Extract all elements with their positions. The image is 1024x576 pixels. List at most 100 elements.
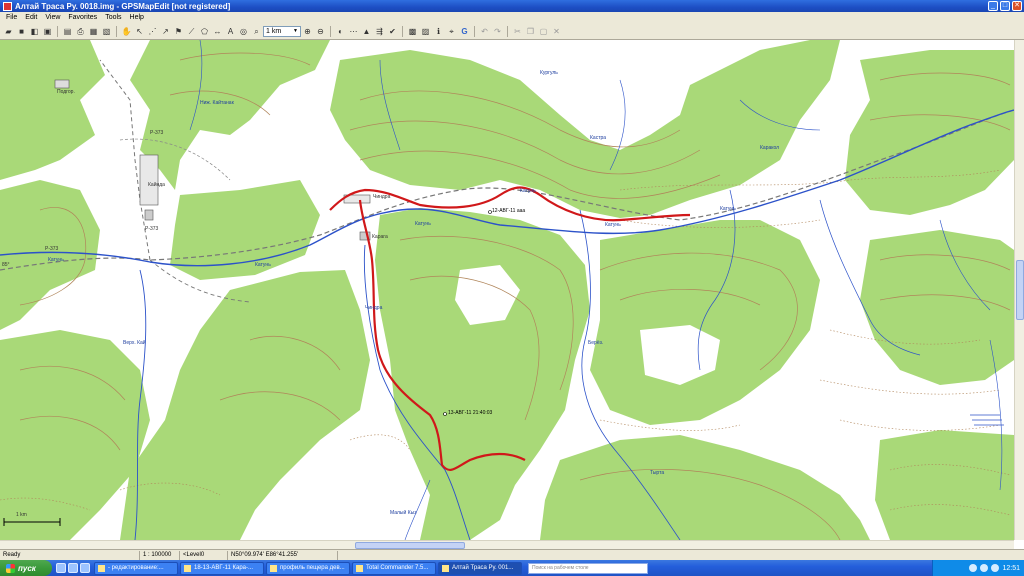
start-label: пуск (18, 563, 36, 573)
zoom-out-icon[interactable]: ⊖ (315, 26, 326, 37)
horizontal-scroll-thumb[interactable] (355, 542, 465, 549)
ie-icon[interactable] (56, 563, 66, 573)
layers-icon[interactable]: ▦ (88, 26, 99, 37)
horizontal-scrollbar[interactable] (0, 540, 1014, 549)
forest-areas (0, 40, 1014, 540)
polygon-icon[interactable]: ⬠ (199, 26, 210, 37)
chevron-down-icon: ▼ (293, 28, 298, 34)
pointer-icon[interactable]: ↖ (134, 26, 145, 37)
task-button[interactable]: профиль пещера дев... (266, 561, 350, 575)
status-scale: 1 : 100000 (140, 550, 180, 560)
river-label: Катунь (415, 221, 431, 227)
cut-icon[interactable]: ✂ (512, 26, 523, 37)
task-button-active[interactable]: Алтай Траса Ру. 001... (438, 561, 522, 575)
desktop-search-input[interactable]: Поиск на рабочем столе (528, 562, 648, 574)
raster-icon[interactable]: ▩ (407, 26, 418, 37)
delete-icon[interactable]: ✕ (551, 26, 562, 37)
desktop-icon[interactable] (68, 563, 78, 573)
vertical-scrollbar[interactable] (1014, 40, 1024, 540)
river-label: Тырта (650, 470, 665, 476)
maximize-button[interactable]: □ (1000, 1, 1010, 11)
zoom-select-icon[interactable]: ⌕ (251, 26, 262, 37)
routing-icon[interactable]: ⇶ (374, 26, 385, 37)
settlement-label: Подгор. (57, 89, 75, 95)
map-canvas[interactable]: Подгор. Кайнда Чиндра Карага Р-373 Р-373… (0, 40, 1014, 540)
undo-icon[interactable]: ↶ (479, 26, 490, 37)
vertical-scroll-thumb[interactable] (1016, 260, 1024, 320)
windows-flag-icon (6, 563, 15, 573)
status-level: <Level0 (180, 550, 228, 560)
properties-icon[interactable]: ▣ (42, 26, 53, 37)
minimize-button[interactable]: _ (988, 1, 998, 11)
menu-bar: File Edit View Favorites Tools Help (0, 12, 1024, 24)
longitude-mark: 85° (2, 262, 10, 268)
google-icon[interactable]: G (459, 26, 470, 37)
menu-help[interactable]: Help (126, 12, 148, 24)
label-icon[interactable]: A (225, 26, 236, 37)
app-icon (3, 1, 12, 11)
river-label: Верх. Кай (123, 340, 146, 346)
info-icon[interactable]: ℹ (433, 26, 444, 37)
hand-icon[interactable]: ✋ (121, 26, 132, 37)
node-icon[interactable]: ⋰ (147, 26, 158, 37)
image-icon[interactable]: ▨ (420, 26, 431, 37)
menu-tools[interactable]: Tools (101, 12, 125, 24)
topo-map (0, 40, 1014, 540)
map-icon[interactable]: ▧ (101, 26, 112, 37)
task-button[interactable]: - редактирование:... (94, 561, 178, 575)
settlement-label: Кайнда (148, 182, 165, 188)
taskbar: пуск - редактирование:... 18-13-АВГ-11 К… (0, 560, 1024, 576)
menu-view[interactable]: View (41, 12, 64, 24)
print-icon[interactable]: ⎙ (75, 26, 86, 37)
river-label: Кастра (590, 135, 607, 141)
media-icon[interactable] (80, 563, 90, 573)
volume-icon[interactable] (991, 564, 1000, 572)
toolbar-separator (402, 26, 403, 37)
toolbar-separator (507, 26, 508, 37)
zoom-in-icon[interactable]: ⊕ (302, 26, 313, 37)
status-bar: Ready 1 : 100000 <Level0 N50°09.974' E86… (0, 549, 1024, 560)
redo-icon[interactable]: ↷ (492, 26, 503, 37)
add-point-icon[interactable]: ↗ (160, 26, 171, 37)
task-button[interactable]: 18-13-АВГ-11 Кара-... (180, 561, 264, 575)
scale-select[interactable]: 1 km ▼ (263, 26, 301, 37)
check-icon[interactable]: ✔ (387, 26, 398, 37)
task-button[interactable]: Total Commander 7.5... (352, 561, 436, 575)
close-button[interactable]: ✕ (1012, 1, 1022, 11)
polyline-icon[interactable]: ⟋ (186, 26, 197, 37)
status-ready: Ready (0, 550, 140, 560)
save-icon[interactable]: ■ (16, 26, 27, 37)
open-icon[interactable]: ▰ (3, 26, 14, 37)
copy-icon[interactable]: ❐ (525, 26, 536, 37)
tray-icon[interactable] (969, 564, 978, 572)
toolbar-separator (116, 26, 117, 37)
menu-edit[interactable]: Edit (21, 12, 41, 24)
window-icon (98, 564, 105, 572)
poi-icon[interactable]: ⚑ (173, 26, 184, 37)
clock: 12:51 (1002, 564, 1020, 572)
dem-icon[interactable]: ▲ (361, 26, 372, 37)
toolbar: ▰ ■ ◧ ▣ ▤ ⎙ ▦ ▧ ✋ ↖ ⋰ ↗ ⚑ ⟋ ⬠ ↔ A ◎ ⌕ 1 … (0, 24, 1024, 40)
tracker-icon[interactable]: ◎ (238, 26, 249, 37)
gps-icon[interactable]: ⌖ (446, 26, 457, 37)
road-label: Р-373 (145, 226, 159, 232)
transparent-icon[interactable]: ◐ (335, 26, 346, 37)
window-icon (270, 564, 277, 572)
menu-file[interactable]: File (2, 12, 21, 24)
river-label: Малый Кыз (390, 510, 417, 516)
window-icon (356, 564, 363, 572)
save-as-icon[interactable]: ◧ (29, 26, 40, 37)
ruler-icon[interactable]: ↔ (212, 26, 223, 37)
tray-icon[interactable] (980, 564, 989, 572)
export-icon[interactable]: ▤ (62, 26, 73, 37)
start-button[interactable]: пуск (0, 560, 52, 576)
settlement-label: Чиндра (373, 194, 391, 200)
scale-value: 1 km (266, 28, 282, 35)
window-title: Алтай Траса Ру. 0018.img - GPSMapEdit [n… (15, 1, 231, 11)
grid-icon[interactable]: ⋯ (348, 26, 359, 37)
menu-favorites[interactable]: Favorites (64, 12, 101, 24)
river-label: Чиндра (365, 305, 383, 311)
settlement-label: Карага (372, 234, 388, 240)
paste-icon[interactable]: ▢ (538, 26, 549, 37)
scale-bar-label: 1 km (16, 512, 27, 518)
